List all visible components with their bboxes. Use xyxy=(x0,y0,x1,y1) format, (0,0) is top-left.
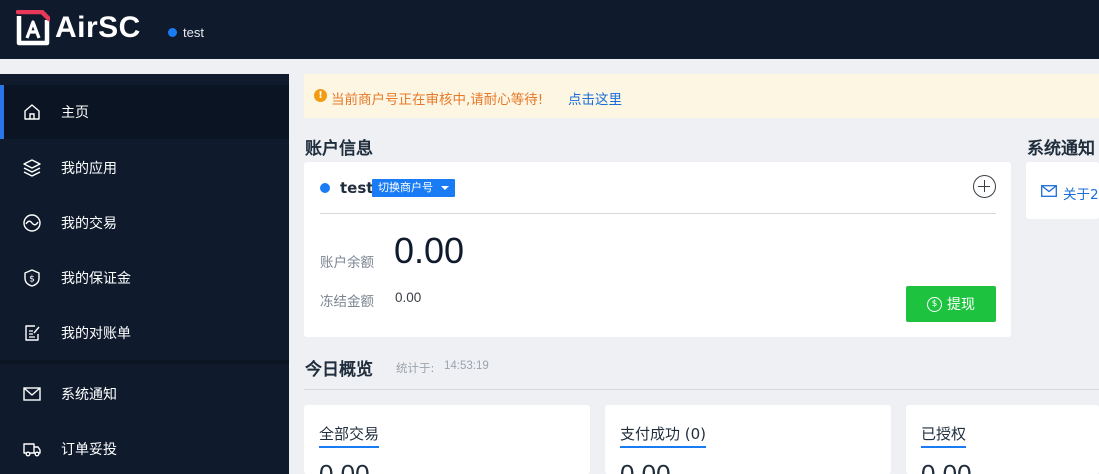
sidebar-item-notifications[interactable]: 系统通知 xyxy=(0,367,289,421)
stat-value: 0.00 xyxy=(921,459,972,474)
merchant-name: test xyxy=(340,179,374,197)
notice-link[interactable]: 点击这里 xyxy=(568,88,622,108)
svg-text:$: $ xyxy=(29,275,35,285)
sidebar-item-label: 我的保证金 xyxy=(61,270,131,286)
stat-card-authorized[interactable]: 已授权 0.00 xyxy=(906,405,1099,474)
home-icon xyxy=(24,104,40,120)
brand-name: AirSC xyxy=(55,11,141,44)
wave-circle-icon xyxy=(23,214,41,232)
stat-card-all-transactions[interactable]: 全部交易 0.00 xyxy=(304,405,590,474)
sidebar-item-label: 我的交易 xyxy=(61,215,117,231)
caret-down-icon xyxy=(441,186,449,190)
sidebar-item-transactions[interactable]: 我的交易 xyxy=(0,196,289,250)
withdraw-label: 提现 xyxy=(947,297,975,313)
sidebar-item-delivery[interactable]: 订单妥投 xyxy=(0,422,289,474)
sidebar-item-home[interactable]: 主页 xyxy=(0,85,289,139)
system-notice-card: 关于2 xyxy=(1026,162,1099,219)
account-divider xyxy=(320,213,996,214)
header-spacer xyxy=(0,59,1099,74)
truck-icon xyxy=(23,443,41,457)
stat-title: 支付成功 (0) xyxy=(620,423,707,448)
sidebar-item-label: 我的对账单 xyxy=(61,325,131,341)
sidebar-item-label: 系统通知 xyxy=(61,386,117,402)
environment-dot-icon xyxy=(168,28,177,37)
account-section-title: 账户信息 xyxy=(305,139,373,159)
system-notice-link[interactable]: 关于2 xyxy=(1063,183,1099,203)
dollar-circle-icon: $ xyxy=(927,296,942,312)
sidebar-item-label: 订单妥投 xyxy=(61,441,117,457)
sidebar-item-statements[interactable]: 我的对账单 xyxy=(0,306,289,360)
layers-icon xyxy=(23,159,41,177)
review-notice-bar: ! 当前商户号正在审核中,请耐心等待! 点击这里 xyxy=(304,74,1099,118)
sidebar: 主页 我的应用 我的交易 $ 我的保证金 我的对账单 系统通知 订单妥投 xyxy=(0,74,289,474)
stat-value: 0.00 xyxy=(620,459,671,474)
dollar-shield-icon: $ xyxy=(24,269,40,287)
stat-title: 已授权 xyxy=(921,423,967,448)
merchant-status-dot-icon xyxy=(320,183,330,193)
balance-label: 账户余额 xyxy=(320,255,374,271)
sidebar-item-label: 我的应用 xyxy=(61,160,117,176)
switch-merchant-label: 切换商户号 xyxy=(378,181,433,194)
sidebar-item-deposit[interactable]: $ 我的保证金 xyxy=(0,251,289,305)
info-icon: ! xyxy=(314,89,327,102)
overview-section-title: 今日概览 xyxy=(305,360,373,380)
statement-edit-icon xyxy=(25,325,40,341)
stat-title: 全部交易 xyxy=(319,423,380,448)
environment-indicator: test xyxy=(168,25,204,40)
sidebar-divider xyxy=(0,360,289,364)
stat-card-payment-success[interactable]: 支付成功 (0) 0.00 xyxy=(605,405,891,474)
withdraw-button[interactable]: $ 提现 xyxy=(906,286,996,322)
top-header: AirSC test xyxy=(0,0,1099,59)
overview-divider xyxy=(304,389,1099,390)
switch-merchant-dropdown[interactable]: 切换商户号 xyxy=(372,179,455,197)
environment-label: test xyxy=(183,25,204,40)
add-circle-icon[interactable] xyxy=(973,175,996,198)
stats-time-label: 统计于: xyxy=(396,361,435,375)
frozen-label: 冻结金额 xyxy=(320,294,374,310)
mail-icon xyxy=(1041,185,1057,197)
notice-text: 当前商户号正在审核中,请耐心等待! xyxy=(331,92,544,108)
sidebar-item-label: 主页 xyxy=(61,104,89,120)
mail-icon xyxy=(23,387,41,401)
stats-time-value: 14:53:19 xyxy=(444,360,489,372)
balance-value: 0.00 xyxy=(394,230,465,271)
frozen-value: 0.00 xyxy=(395,290,422,305)
airsc-logo-icon xyxy=(16,10,50,46)
account-card: test 切换商户号 账户余额 0.00 冻结金额 0.00 $ 提现 xyxy=(304,162,1011,337)
brand-logo[interactable]: AirSC xyxy=(16,10,141,46)
stat-value: 0.00 xyxy=(319,459,370,474)
system-notice-title: 系统通知 xyxy=(1027,139,1095,159)
sidebar-item-apps[interactable]: 我的应用 xyxy=(0,141,289,195)
